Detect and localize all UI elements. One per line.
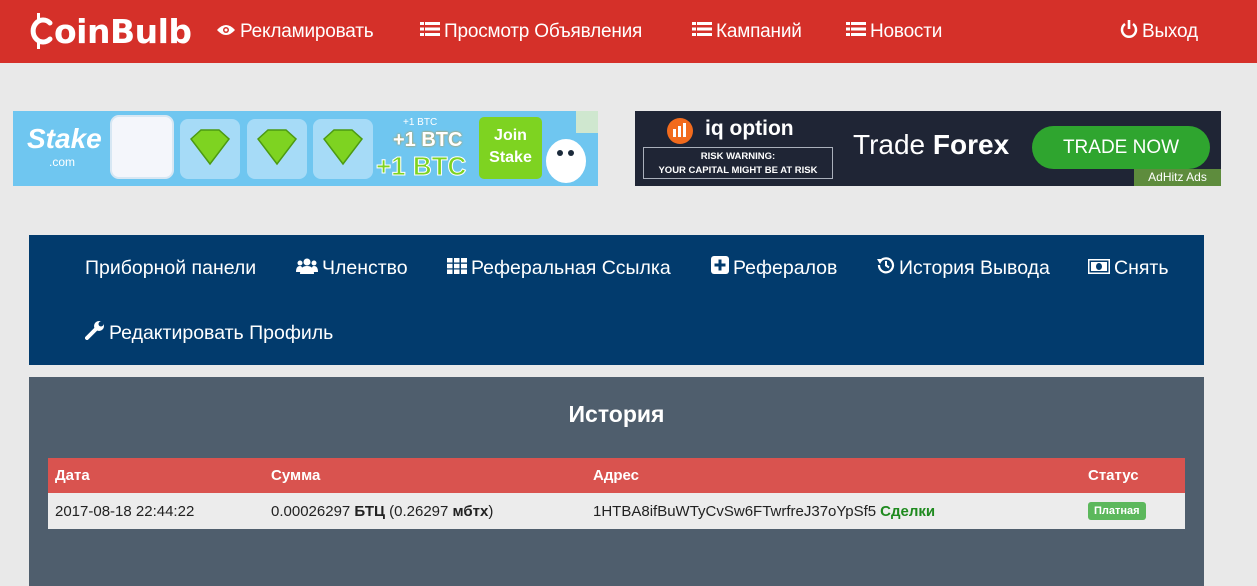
deals-link[interactable]: Сделки [880, 503, 935, 520]
iq-risk-warning: RISK WARNING: YOUR CAPITAL MIGHT BE AT R… [643, 147, 833, 179]
column-header-date: Дата [55, 467, 90, 484]
iq-option-ad-banner[interactable]: iq option RISK WARNING: YOUR CAPITAL MIG… [635, 111, 1221, 186]
nav-campaigns[interactable]: Кампаний [692, 0, 802, 63]
dash-nav-referral-link-label: Реферальная Ссылка [471, 256, 671, 279]
stake-join-label-2: Stake [489, 149, 532, 166]
nav-advertise-label: Рекламировать [240, 20, 374, 42]
nav-view-ads[interactable]: Просмотр Объявления [420, 0, 642, 63]
history-panel: История Дата Сумма Адрес Статус 2017-08-… [29, 377, 1204, 586]
dash-nav-withdraw-history-label: История Вывода [899, 256, 1050, 279]
row-address: 1HTBA8ifBuWTyCvSw6FTwrfreJ37oYpSf5 Сделк… [593, 493, 935, 529]
stake-join-button[interactable]: Join Stake [479, 125, 542, 169]
dash-nav-referrals-label: Рефералов [733, 256, 838, 279]
row-amount-value: 0.00026297 [271, 502, 351, 520]
nav-news[interactable]: Новости [846, 0, 942, 63]
iq-headline-b: Forex [932, 129, 1010, 160]
dash-nav-referral-link[interactable]: Реферальная Ссылка [447, 253, 671, 283]
logo[interactable]: oinBulb [28, 9, 192, 53]
list-icon [420, 21, 440, 43]
nav-logout-label: Выход [1142, 20, 1198, 42]
status-badge: Платная [1088, 502, 1146, 520]
stake-join-label-1: Join [494, 127, 527, 144]
stake-logo: Stake [27, 123, 102, 154]
power-icon [1120, 19, 1138, 44]
iq-risk-warning-text: YOUR CAPITAL MIGHT BE AT RISK [658, 165, 818, 176]
history-table-header: Дата Сумма Адрес Статус [48, 458, 1185, 493]
top-navbar: oinBulb Рекламировать Просмотр Объявлени… [0, 0, 1257, 63]
money-icon [1087, 257, 1111, 280]
dash-nav-dashboard-label: Приборной панели [85, 256, 257, 279]
list-icon [692, 21, 712, 43]
stake-small-btc: +1 BTC [403, 117, 438, 128]
dash-nav-withdraw[interactable]: Снять [1087, 253, 1169, 283]
bitcoin-c-logo-icon [28, 13, 54, 49]
row-amount-unit: БТЦ [354, 502, 385, 520]
trade-now-button[interactable]: TRADE NOW [1032, 126, 1210, 169]
history-icon [877, 256, 895, 280]
row-amount-close: ) [488, 502, 494, 520]
wrench-icon [85, 320, 105, 346]
row-status: Платная [1088, 493, 1146, 529]
iq-option-logo-icon [667, 118, 693, 144]
iq-headline: Trade Forex [853, 129, 1009, 161]
plus-square-icon [711, 256, 729, 280]
dashboard-nav: Приборной панели Членство Реферальная Сс… [29, 235, 1204, 365]
row-amount-mbtc: (0.26297 [389, 502, 449, 520]
nav-advertise[interactable]: Рекламировать [216, 0, 374, 63]
grid-icon [447, 257, 467, 280]
stake-logo-sub: .com [49, 155, 76, 169]
dash-nav-membership[interactable]: Членство [296, 253, 408, 283]
history-title: История [568, 401, 665, 427]
list-icon [846, 21, 866, 43]
nav-logout[interactable]: Выход [1120, 0, 1198, 63]
stake-btc-line-2: +1 BTC [375, 151, 467, 182]
eye-icon [216, 21, 236, 43]
row-amount-mbtc-unit: мбтх [452, 502, 489, 520]
nav-news-label: Новости [870, 20, 943, 42]
dash-nav-referrals[interactable]: Рефералов [711, 253, 837, 283]
column-header-status: Статус [1088, 467, 1139, 484]
dash-nav-withdraw-label: Снять [1114, 256, 1169, 279]
row-amount: 0.00026297 БТЦ (0.26297 мбтх) [271, 493, 493, 529]
row-date: 2017-08-18 22:44:22 [55, 502, 195, 520]
adhitz-ads-label[interactable]: AdHitz Ads [1134, 169, 1221, 186]
dash-nav-edit-profile[interactable]: Редактировать Профиль [85, 318, 333, 348]
users-icon [296, 257, 318, 280]
dash-nav-withdraw-history[interactable]: История Вывода [877, 253, 1050, 283]
column-header-amount: Сумма [271, 467, 321, 484]
column-header-address: Адрес [593, 467, 640, 484]
row-address-value: 1HTBA8ifBuWTyCvSw6FTwrfreJ37oYpSf5 [593, 502, 877, 520]
table-row: 2017-08-18 22:44:22 0.00026297 БТЦ (0.26… [48, 493, 1185, 529]
stake-ad-banner[interactable]: Stake .com +1 BTC +1 BTC +1 BTC Join Sta… [13, 111, 598, 186]
dash-nav-membership-label: Членство [322, 256, 408, 279]
stake-btc-line-1: +1 BTC [393, 129, 463, 151]
dash-nav-edit-profile-label: Редактировать Профиль [109, 321, 334, 344]
logo-text: oinBulb [54, 11, 192, 51]
iq-option-logo-text: iq option [705, 117, 794, 140]
nav-campaigns-label: Кампаний [716, 20, 802, 42]
iq-headline-a: Trade [853, 129, 933, 160]
nav-view-ads-label: Просмотр Объявления [444, 20, 643, 42]
iq-risk-warning-title: RISK WARNING: [700, 151, 776, 162]
dash-nav-dashboard[interactable]: Приборной панели [85, 253, 256, 283]
